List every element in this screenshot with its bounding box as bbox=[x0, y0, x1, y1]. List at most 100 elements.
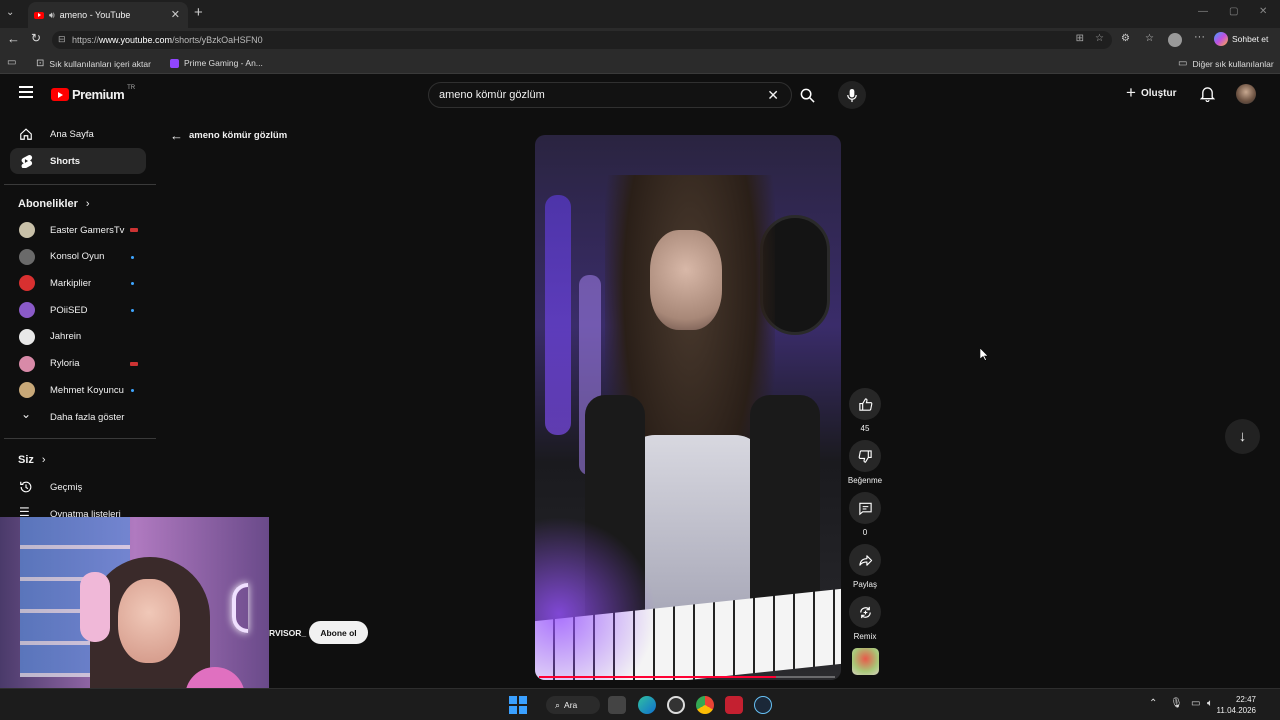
clock-time: 22:47 bbox=[1235, 695, 1256, 704]
chevron-down-icon: ⌄ bbox=[21, 407, 32, 421]
sidebar: Ana Sayfa Shorts Abonelikler › Easter Ga… bbox=[0, 116, 156, 520]
sidebar-subscription-item[interactable]: Ryloria bbox=[10, 351, 146, 377]
windows-start-icon[interactable] bbox=[509, 696, 527, 714]
logo-text: Premium bbox=[72, 87, 125, 102]
tray-overflow-icon[interactable]: ⌃ bbox=[1149, 698, 1157, 709]
reading-view-icon[interactable]: ▭ bbox=[7, 57, 16, 68]
sidebar-subscription-item[interactable]: Mehmet Koyuncu bbox=[10, 377, 146, 403]
history-icon bbox=[20, 481, 32, 493]
progress-fill bbox=[539, 676, 776, 678]
url-prefix: https:// bbox=[72, 35, 100, 45]
arrow-down-icon: ↓ bbox=[1238, 428, 1247, 445]
new-content-dot-icon bbox=[131, 282, 134, 286]
copilot-button[interactable]: Sohbet et bbox=[1214, 32, 1268, 46]
short-video-player[interactable] bbox=[535, 135, 841, 680]
obs-icon[interactable] bbox=[667, 696, 685, 714]
remix-button[interactable] bbox=[849, 596, 881, 628]
minimize-icon[interactable]: — bbox=[1198, 6, 1208, 17]
like-button[interactable] bbox=[849, 388, 881, 420]
import-icon: ⊡ bbox=[36, 58, 45, 69]
taskbar-search[interactable]: ⌕ Ara bbox=[546, 696, 600, 714]
speaker-icon[interactable]: 🔊︎ bbox=[49, 10, 55, 21]
browser-tab-bar: ⌄ 🔊︎ ameno - YouTube ✕ + — ▢ ✕ bbox=[0, 0, 1280, 28]
app-available-icon[interactable]: ⊞ bbox=[1076, 33, 1084, 44]
channel-avatar bbox=[19, 222, 35, 238]
next-short-button[interactable]: ↓ bbox=[1225, 419, 1260, 454]
clock-date: 11.04.2026 bbox=[1216, 706, 1256, 715]
restore-icon[interactable]: ▢ bbox=[1229, 6, 1238, 17]
sidebar-item-home[interactable]: Ana Sayfa bbox=[10, 121, 146, 147]
sidebar-subscription-item[interactable]: POiiSED bbox=[10, 297, 146, 323]
chevron-right-icon: › bbox=[41, 454, 46, 466]
chrome-icon[interactable] bbox=[696, 696, 714, 714]
youtube-logo[interactable]: Premium TR bbox=[51, 85, 135, 102]
bookmark-import-label: Sık kullanılanları içeri aktar bbox=[49, 58, 151, 69]
favorites-icon[interactable]: ☆ bbox=[1145, 33, 1154, 44]
notifications-button[interactable] bbox=[1199, 86, 1216, 107]
channel-avatar bbox=[19, 355, 35, 372]
clear-search-icon[interactable]: ✕ bbox=[767, 87, 779, 104]
favorite-star-icon[interactable]: ☆ bbox=[1095, 33, 1104, 44]
close-tab-icon[interactable]: ✕ bbox=[171, 8, 180, 21]
volume-icon[interactable]: 🔈︎ bbox=[1207, 698, 1213, 709]
webcam-headphones bbox=[80, 572, 110, 642]
edge-icon[interactable] bbox=[638, 696, 656, 714]
voice-search-button[interactable] bbox=[838, 81, 866, 109]
search-input[interactable]: ameno kömür gözlüm ✕ bbox=[428, 82, 792, 108]
sidebar-subscription-item[interactable]: Konsol Oyun bbox=[10, 244, 146, 270]
subscriptions-header[interactable]: Abonelikler › bbox=[18, 198, 90, 210]
comments-button[interactable] bbox=[849, 492, 881, 524]
sidebar-item-show-more[interactable]: ⌄ Daha fazla göster bbox=[10, 404, 146, 430]
live-indicator-icon bbox=[130, 361, 138, 366]
subscribe-button[interactable]: Abone ol bbox=[309, 621, 368, 644]
sidebar-item-label: POiiSED bbox=[50, 304, 88, 316]
steam-icon[interactable] bbox=[754, 696, 772, 714]
sidebar-subscription-item[interactable]: Easter GamersTv bbox=[10, 217, 146, 243]
channel-name[interactable]: RVISOR_ bbox=[269, 628, 306, 638]
dislike-button[interactable] bbox=[849, 440, 881, 472]
reload-icon[interactable]: ↻ bbox=[31, 31, 41, 45]
sidebar-item-shorts[interactable]: Shorts bbox=[10, 148, 146, 174]
microphone-icon[interactable]: 🎙︎ bbox=[1170, 698, 1183, 709]
network-icon[interactable]: ▭ bbox=[1191, 698, 1200, 709]
channel-avatar bbox=[19, 302, 35, 319]
more-options-icon[interactable]: ··· bbox=[1194, 31, 1205, 43]
bookmark-import[interactable]: ⊡ Sık kullanılanları içeri aktar bbox=[36, 58, 151, 69]
back-icon[interactable]: ← bbox=[7, 31, 20, 46]
back-to-results[interactable]: ← ameno kömür gözlüm bbox=[170, 128, 287, 143]
taskbar-clock[interactable]: 22:47 11.04.2026 bbox=[1217, 694, 1256, 716]
sidebar-item-label: Mehmet Koyuncu bbox=[50, 384, 124, 396]
sidebar-subscription-item[interactable]: Jahrein bbox=[10, 324, 146, 350]
site-info-icon[interactable]: ⊟ bbox=[58, 34, 66, 45]
browser-tab[interactable]: 🔊︎ ameno - YouTube ✕ bbox=[28, 2, 188, 28]
url-field[interactable]: ⊟ https://www.youtube.com/shorts/yBzkOaH… bbox=[52, 31, 1112, 49]
taskbar-search-label: Ara bbox=[564, 700, 578, 710]
account-avatar[interactable] bbox=[1236, 84, 1256, 104]
favorites-bar: ▭ ⊡ Sık kullanılanları içeri aktar Prime… bbox=[0, 52, 1280, 74]
progress-bar[interactable] bbox=[539, 676, 835, 678]
search-button[interactable] bbox=[792, 82, 822, 108]
sidebar-subscription-item[interactable]: Markiplier bbox=[10, 270, 146, 296]
menu-icon[interactable] bbox=[19, 86, 33, 98]
profile-avatar[interactable] bbox=[1168, 33, 1182, 47]
new-tab-icon[interactable]: + bbox=[194, 4, 203, 21]
mouse-cursor-icon bbox=[980, 348, 989, 361]
extensions-icon[interactable]: ⚙ bbox=[1121, 33, 1130, 44]
you-header[interactable]: Siz › bbox=[18, 454, 46, 466]
close-window-icon[interactable]: ✕ bbox=[1259, 6, 1267, 17]
create-button[interactable]: + Oluştur bbox=[1126, 84, 1177, 101]
app-icon[interactable] bbox=[725, 696, 743, 714]
sidebar-item-history[interactable]: Geçmiş bbox=[10, 474, 146, 500]
sidebar-divider bbox=[4, 438, 156, 439]
search-value: ameno kömür gözlüm bbox=[439, 89, 545, 101]
sidebar-divider bbox=[4, 184, 156, 185]
remix-icon bbox=[859, 606, 871, 618]
sound-thumbnail[interactable] bbox=[852, 648, 879, 675]
bookmark-prime[interactable]: Prime Gaming - An... bbox=[170, 58, 263, 68]
prime-icon bbox=[170, 58, 179, 68]
bookmark-prime-label: Prime Gaming - An... bbox=[184, 58, 263, 68]
bookmark-other[interactable]: ▭ Diğer sık kullanılanlar bbox=[1178, 58, 1274, 69]
share-button[interactable] bbox=[849, 544, 881, 576]
task-view-icon[interactable] bbox=[608, 696, 626, 714]
tab-actions-icon[interactable]: ⌄ bbox=[6, 7, 14, 18]
